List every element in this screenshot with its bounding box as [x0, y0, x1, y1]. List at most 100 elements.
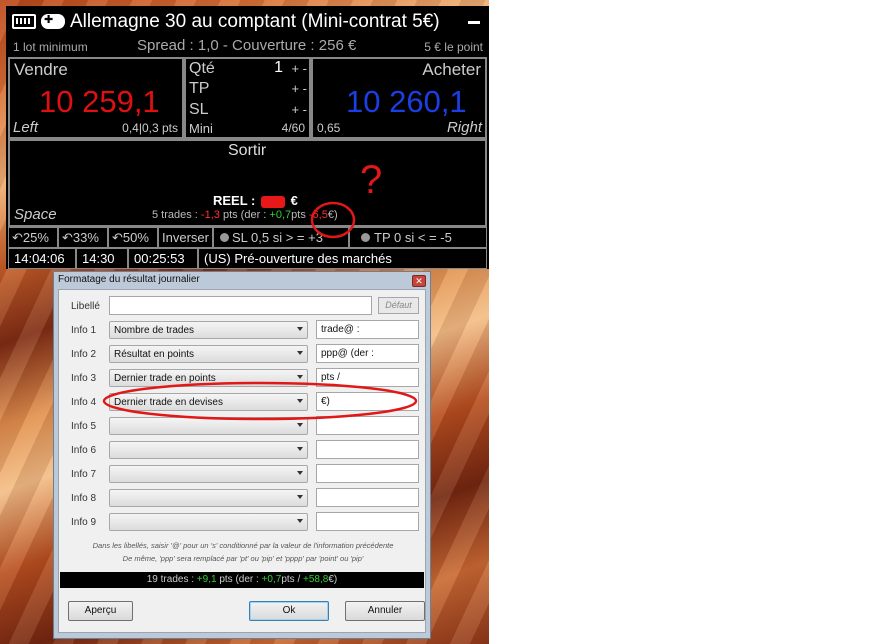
info-select-value: Dernier trade en points	[114, 373, 216, 384]
info-text-field[interactable]: pts /	[316, 368, 419, 387]
info-text-field[interactable]	[316, 512, 419, 531]
instrument-info-bar: 1 lot minimum Spread : 1,0 - Couverture …	[6, 37, 489, 56]
info-text-field[interactable]	[316, 416, 419, 435]
ok-button[interactable]: Ok	[249, 601, 329, 621]
preview-mid: pts (der :	[219, 574, 259, 585]
sell-label: Vendre	[14, 60, 68, 79]
libelle-input[interactable]	[109, 296, 372, 315]
sell-key-hint: Left	[13, 119, 39, 136]
info-select[interactable]	[109, 513, 308, 531]
sl-stepper[interactable]: + -	[291, 102, 307, 117]
real-balance-label: REEL :	[213, 193, 256, 208]
result-preview: 19 trades : +9,1 pts (der : +0,7pts / +5…	[60, 572, 424, 588]
stats-der-eur: -6,5	[308, 209, 328, 221]
stats-mid: pts (der :	[222, 209, 267, 221]
info-select[interactable]: Nombre de trades	[109, 321, 308, 339]
info-select[interactable]	[109, 465, 308, 483]
stats-suffix: €)	[327, 209, 338, 221]
sl-label: SL	[189, 101, 209, 118]
keyboard-icon[interactable]	[12, 14, 36, 29]
info-select[interactable]: Dernier trade en points	[109, 369, 308, 387]
qty-row: Qté 1 + -	[189, 59, 307, 78]
info-label: Info 8	[71, 493, 97, 504]
info-select[interactable]: Dernier trade en devises	[109, 393, 308, 411]
info-label: Info 6	[71, 445, 97, 456]
preview-suffix: €)	[328, 574, 338, 585]
info-label: Info 5	[71, 421, 97, 432]
spread-info: Spread : 1,0 - Couverture : 256 €	[137, 37, 357, 54]
info-label: Info 7	[71, 469, 97, 480]
chevron-down-icon	[297, 495, 303, 499]
info-label: Info 2	[71, 349, 97, 360]
tp-row: TP + -	[189, 80, 307, 98]
exit-button[interactable]: Sortir REEL : € 5 trades : -1,3 pts (der…	[8, 139, 487, 227]
info-select-value: Résultat en points	[114, 349, 195, 360]
close-25-button[interactable]: ↶25%	[8, 227, 58, 248]
preview-button[interactable]: Aperçu	[68, 601, 133, 621]
undo-arrow-icon: ↶	[62, 230, 73, 245]
dialog-body: Libellé Défaut Info 1 Nombre de trades tra…	[58, 289, 426, 633]
info-text-field[interactable]	[316, 488, 419, 507]
sl-rule-toggle[interactable]: SL 0,5 si > = +3	[213, 227, 349, 248]
default-button[interactable]: Défaut	[378, 297, 419, 314]
help-text-2: De même, 'ppp' sera remplacé par 'pt' ou…	[122, 554, 364, 563]
countdown: 00:25:53	[128, 248, 198, 269]
buy-button[interactable]: Acheter 10 260,1 Right 0,65	[311, 57, 487, 139]
info-select-value: Dernier trade en devises	[114, 397, 223, 408]
info-select[interactable]	[109, 441, 308, 459]
lot-minimum: 1 lot minimum	[13, 40, 88, 54]
chevron-down-icon	[297, 519, 303, 523]
market-status: (US) Pré-ouverture des marchés	[198, 248, 487, 269]
close-50-label: 50%	[122, 230, 149, 245]
info-text-field[interactable]: €)	[316, 392, 419, 411]
minimize-icon[interactable]	[468, 21, 480, 24]
quick-actions-bar: ↶25% ↶33% ↶50% Inverser SL 0,5 si > = +3…	[8, 227, 487, 248]
close-50-button[interactable]: ↶50%	[108, 227, 158, 248]
preview-der-eur: +58,8	[303, 574, 329, 585]
buy-price: 10 260,1	[346, 84, 467, 119]
chevron-down-icon	[297, 351, 303, 355]
cancel-button[interactable]: Annuler	[345, 601, 425, 621]
info-text-field[interactable]: trade@ :	[316, 320, 419, 339]
qty-stepper[interactable]: + -	[291, 61, 307, 76]
info-label: Info 9	[71, 517, 97, 528]
info-label: Info 1	[71, 325, 97, 336]
qty-label: Qté	[189, 60, 215, 77]
info-select[interactable]	[109, 417, 308, 435]
daily-result-stats: 5 trades : -1,3 pts (der : +0,7pts -6,5€…	[152, 209, 338, 221]
help-text-1: Dans les libellés, saisir '@' pour un 's…	[92, 541, 394, 550]
close-33-button[interactable]: ↶33%	[58, 227, 108, 248]
sl-rule-dot-icon	[220, 233, 229, 242]
info-select-value: Nombre de trades	[114, 325, 195, 336]
gamepad-icon[interactable]	[41, 13, 65, 29]
tp-stepper[interactable]: + -	[291, 81, 307, 96]
info-select[interactable]	[109, 489, 308, 507]
market-open-time: 14:30	[76, 248, 128, 269]
stats-pts: -1,3	[200, 209, 220, 221]
info-text-field[interactable]: ppp@ (der :	[316, 344, 419, 363]
qty-value[interactable]: 1	[274, 59, 283, 77]
chevron-down-icon	[297, 399, 303, 403]
info-text-field[interactable]	[316, 464, 419, 483]
instrument-title: Allemagne 30 au comptant (Mini-contrat 5…	[70, 11, 440, 32]
trading-panel: Allemagne 30 au comptant (Mini-contrat 5…	[6, 6, 489, 269]
buy-spread-pts: 0,65	[317, 121, 341, 135]
current-time: 14:04:06	[8, 248, 76, 269]
info-select[interactable]: Résultat en points	[109, 345, 308, 363]
tp-label: TP	[189, 80, 210, 97]
exit-key-hint: Space	[14, 206, 57, 223]
close-33-label: 33%	[72, 230, 99, 245]
quantity-panel: Qté 1 + - TP + - SL + - Mini 4/60	[184, 57, 311, 139]
tp-rule-toggle[interactable]: TP 0 si < = -5	[349, 227, 487, 248]
undo-arrow-icon: ↶	[12, 230, 23, 245]
preview-pts: +9,1	[196, 574, 217, 585]
close-25-label: 25%	[22, 230, 49, 245]
reverse-button[interactable]: Inverser	[158, 227, 213, 248]
sell-button[interactable]: Vendre 10 259,1 Left 0,4|0,3 pts	[8, 57, 184, 139]
sl-rule-label: SL 0,5 si > = +3	[232, 230, 323, 245]
mini-label: Mini	[189, 121, 213, 136]
sell-price: 10 259,1	[39, 84, 160, 119]
panel-titlebar: Allemagne 30 au comptant (Mini-contrat 5…	[6, 6, 489, 38]
info-text-field[interactable]	[316, 440, 419, 459]
close-icon[interactable]: ✕	[412, 275, 426, 287]
